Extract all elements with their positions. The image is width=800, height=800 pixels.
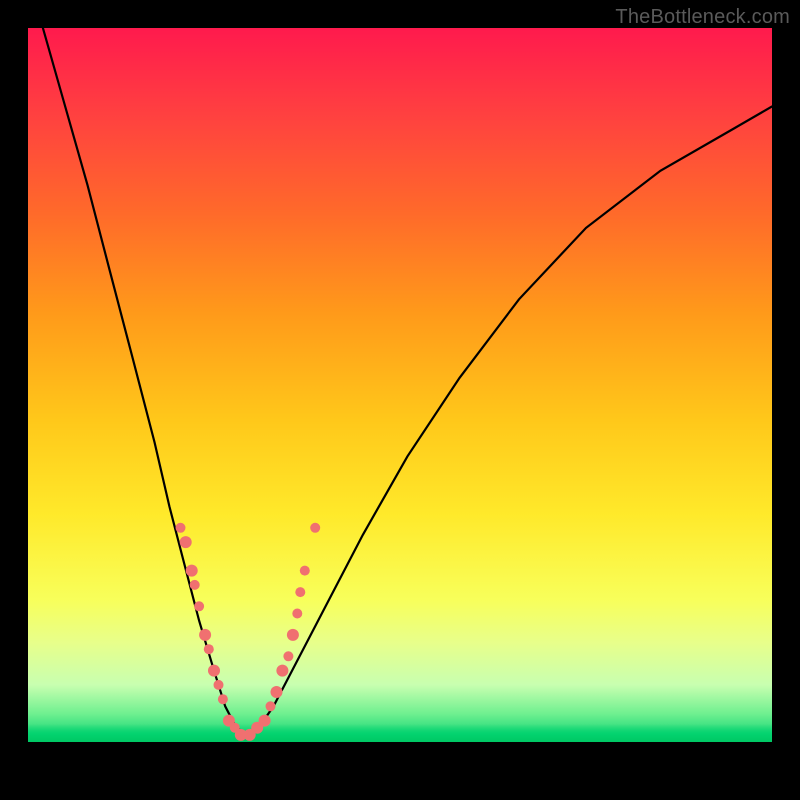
data-point [283, 651, 293, 661]
watermark-text: TheBottleneck.com [615, 6, 790, 29]
data-point [266, 701, 276, 711]
data-point [259, 715, 271, 727]
bottleneck-curve [43, 28, 772, 735]
data-point [204, 644, 214, 654]
data-point [190, 580, 200, 590]
data-point [276, 665, 288, 677]
data-point [194, 601, 204, 611]
data-point [176, 523, 186, 533]
data-point [300, 566, 310, 576]
chart-bottom-border [28, 742, 772, 772]
data-point [271, 686, 283, 698]
data-point [310, 523, 320, 533]
chart-svg [28, 28, 772, 742]
data-point [218, 694, 228, 704]
data-point [295, 587, 305, 597]
data-point-layer [176, 523, 321, 741]
chart-frame [28, 28, 772, 772]
data-point [292, 609, 302, 619]
data-point [199, 629, 211, 641]
data-point [214, 680, 224, 690]
data-point [287, 629, 299, 641]
data-point [186, 565, 198, 577]
data-point [208, 665, 220, 677]
data-point [180, 536, 192, 548]
